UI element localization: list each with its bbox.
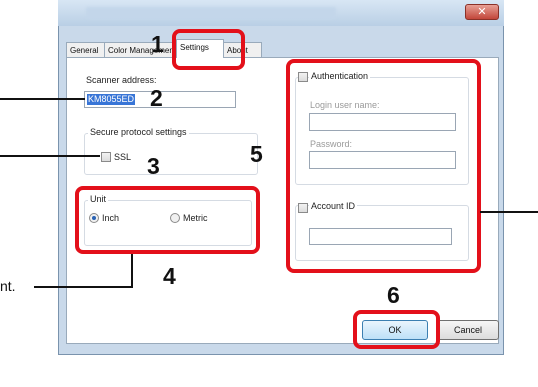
callout-number-4: 4: [163, 263, 176, 289]
tab-general[interactable]: General: [66, 42, 105, 58]
ssl-label: SSL: [114, 152, 132, 162]
close-button[interactable]: ✕: [465, 4, 499, 20]
leader-line-2: [0, 98, 85, 100]
callout-number-6: 6: [387, 282, 400, 308]
leader-line-4-vertical: [131, 254, 133, 288]
leader-line-6: [480, 211, 538, 213]
callout-number-3: 3: [147, 153, 160, 179]
scanner-address-value: KM8055ED: [87, 94, 136, 105]
leader-line-4-horizontal: [34, 286, 133, 288]
callout-number-1: 1: [151, 31, 164, 57]
scanner-address-label: Scanner address:: [86, 75, 157, 85]
title-text-blurred: [86, 7, 336, 19]
highlight-ok-button: [353, 310, 440, 349]
highlight-unit-group: [75, 186, 260, 254]
leader-line-3: [0, 155, 100, 157]
highlight-authentication-area: [286, 59, 481, 273]
tab-color-management[interactable]: Color Management: [104, 42, 176, 58]
secure-protocol-legend: Secure protocol settings: [88, 127, 189, 137]
callout-number-5: 5: [250, 141, 263, 167]
side-text-fragment: nt.: [0, 278, 16, 294]
tab-settings[interactable]: Settings: [176, 39, 224, 58]
callout-number-2: 2: [150, 85, 163, 111]
ssl-checkbox[interactable]: [101, 152, 111, 162]
cancel-button[interactable]: Cancel: [437, 320, 499, 340]
